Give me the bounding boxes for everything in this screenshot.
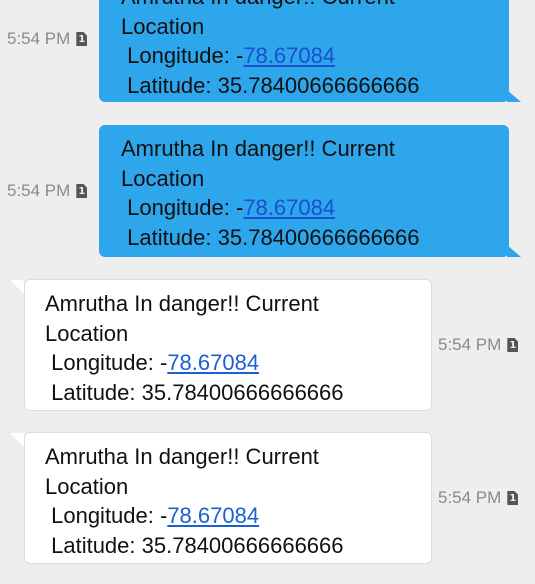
message-text-line: Location <box>121 13 205 39</box>
message-text-line: Amrutha In danger!! Current <box>121 0 509 12</box>
message-timestamp: 5:54 PM 1 <box>438 488 519 508</box>
message-timestamp: 5:54 PM 1 <box>438 335 519 355</box>
longitude-link[interactable]: 78.67084 <box>167 350 259 375</box>
longitude-line: Longitude: -78.67084 <box>121 195 336 220</box>
timestamp-text: 5:54 PM <box>7 29 71 48</box>
longitude-link[interactable]: 78.67084 <box>243 43 335 68</box>
longitude-line: Longitude: -78.67084 <box>121 43 336 68</box>
message-bubble[interactable]: Amrutha In danger!! Current Location Lon… <box>99 0 509 102</box>
longitude-line: Longitude: -78.67084 <box>45 503 260 528</box>
sim-card-icon: 1 <box>507 491 519 505</box>
longitude-link[interactable]: 78.67084 <box>243 195 335 220</box>
timestamp-text: 5:54 PM <box>438 488 502 507</box>
message-text-line: Location <box>121 165 205 191</box>
message-text-line: Amrutha In danger!! Current <box>45 291 319 316</box>
timestamp-text: 5:54 PM <box>7 181 71 200</box>
latitude-line: Latitude: 35.78400666666666 <box>45 379 344 405</box>
longitude-link[interactable]: 78.67084 <box>167 503 259 528</box>
bubble-tail <box>10 433 24 447</box>
message-text-line: Location <box>45 473 129 499</box>
message-text-line: Location <box>45 320 129 346</box>
message-text-line: Amrutha In danger!! Current <box>45 444 319 469</box>
bubble-tail <box>507 245 521 257</box>
timestamp-text: 5:54 PM <box>438 335 502 354</box>
message-bubble[interactable]: Amrutha In danger!! Current Location Lon… <box>24 432 432 564</box>
message-timestamp: 5:54 PM 1 <box>7 181 88 201</box>
longitude-line: Longitude: -78.67084 <box>45 350 260 375</box>
sim-card-icon: 1 <box>76 184 88 198</box>
latitude-line: Latitude: 35.78400666666666 <box>45 532 344 558</box>
bubble-tail <box>10 280 24 294</box>
sim-card-icon: 1 <box>507 338 519 352</box>
message-bubble[interactable]: Amrutha In danger!! Current Location Lon… <box>24 279 432 411</box>
bubble-tail <box>507 90 521 102</box>
message-timestamp: 5:54 PM 1 <box>7 29 88 49</box>
sim-card-icon: 1 <box>76 32 88 46</box>
message-bubble[interactable]: Amrutha In danger!! Current Location Lon… <box>99 125 509 257</box>
latitude-line: Latitude: 35.78400666666666 <box>121 72 420 98</box>
message-text-line: Amrutha In danger!! Current <box>121 136 395 161</box>
latitude-line: Latitude: 35.78400666666666 <box>121 224 420 250</box>
